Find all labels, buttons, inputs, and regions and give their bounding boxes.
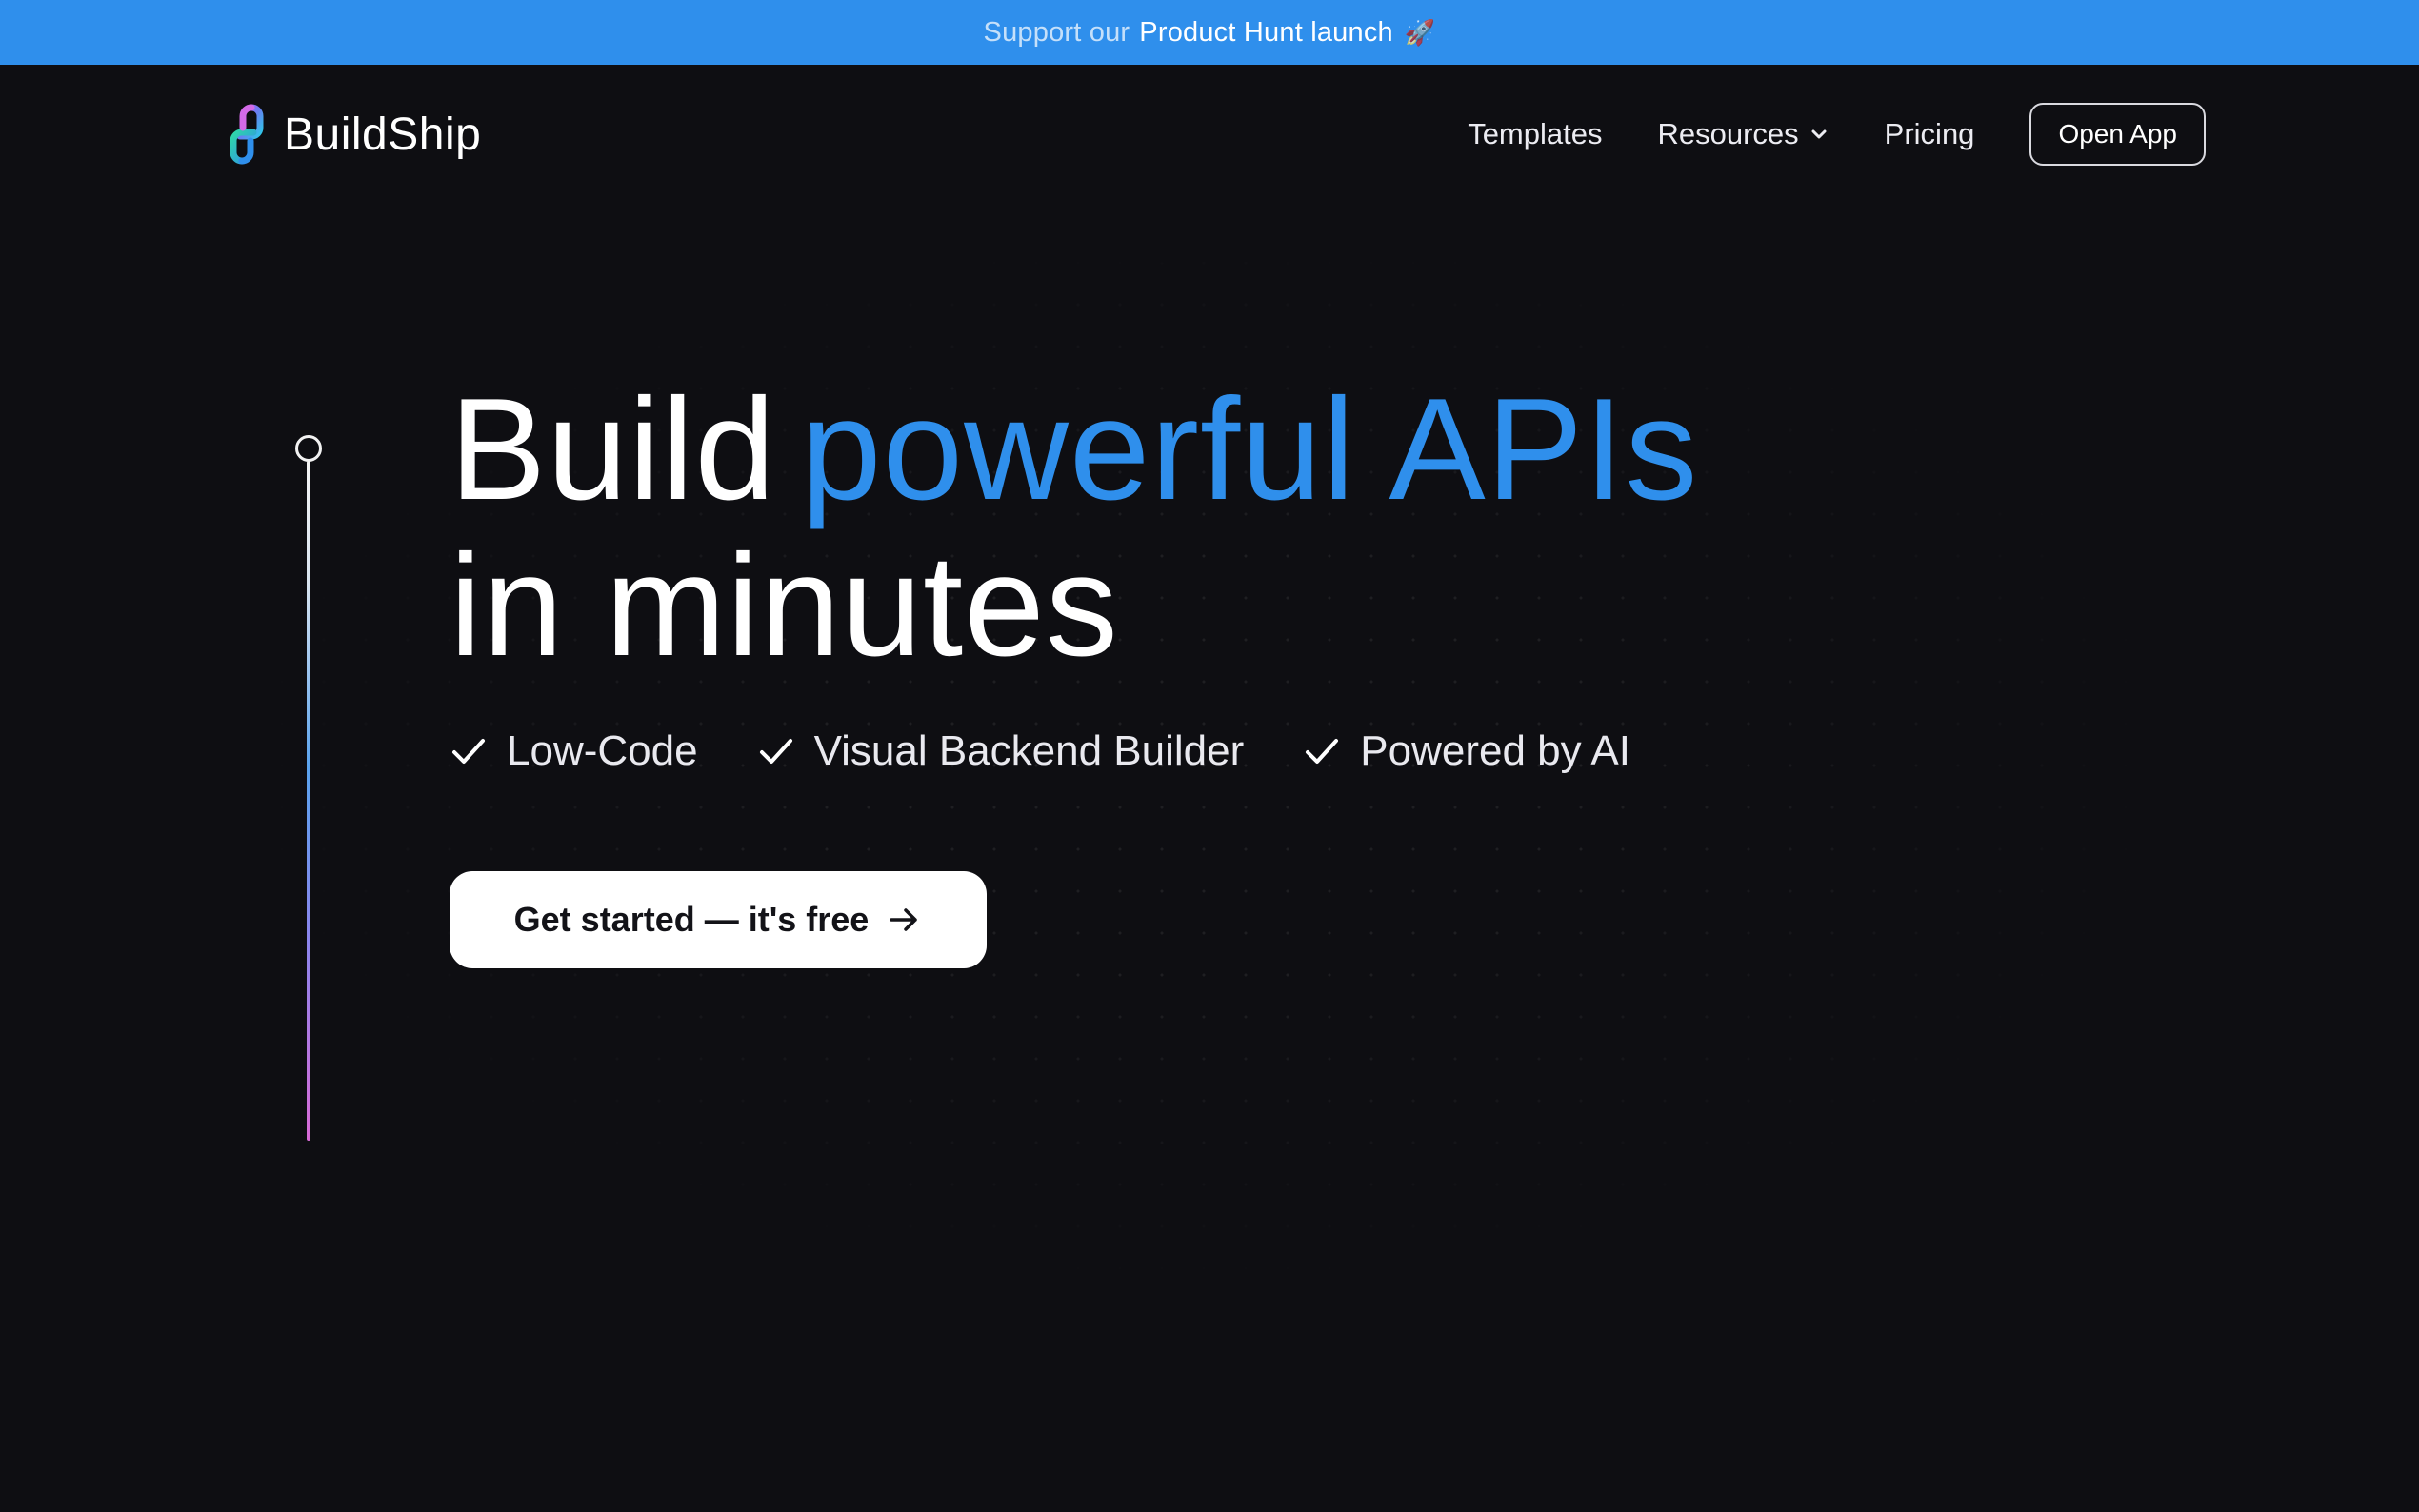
hero-title-line-2: in minutes <box>450 525 1119 686</box>
feature-label: Low-Code <box>507 727 698 774</box>
logo[interactable]: BuildShip <box>223 101 481 168</box>
page: Support our Product Hunt launch 🚀 BuildS… <box>0 0 2419 1512</box>
feature-label: Powered by AI <box>1360 727 1630 774</box>
check-icon <box>1306 739 1339 764</box>
hero-title-build: Build <box>450 368 776 530</box>
feature-label: Visual Backend Builder <box>813 727 1245 774</box>
check-icon <box>759 739 792 764</box>
nav-resources[interactable]: Resources <box>1657 117 1829 151</box>
chevron-down-icon <box>1811 129 1827 139</box>
feature-low-code: Low-Code <box>450 727 698 775</box>
timeline-node-icon <box>295 435 322 462</box>
feature-list: Low-Code Visual Backend Builder Powered … <box>450 727 1630 775</box>
logo-text: BuildShip <box>284 109 482 160</box>
buildship-logo-icon <box>230 104 264 165</box>
get-started-button[interactable]: Get started — it's free <box>450 871 987 968</box>
nav-resources-label: Resources <box>1657 117 1799 150</box>
rocket-icon: 🚀 <box>1404 17 1436 47</box>
announcement-prefix: Support our <box>983 16 1130 48</box>
announcement-bar[interactable]: Support our Product Hunt launch 🚀 <box>0 0 2419 65</box>
product-hunt-link[interactable]: Product Hunt launch <box>1139 17 1393 49</box>
feature-powered-by-ai: Powered by AI <box>1303 727 1630 775</box>
site-header: BuildShip Templates Resources Pricing Op… <box>0 65 2419 206</box>
arrow-right-icon <box>890 908 918 931</box>
hero-title-highlight: powerful APIs <box>801 368 1699 530</box>
nav-pricing[interactable]: Pricing <box>1885 117 1975 151</box>
nav-pricing-label: Pricing <box>1884 117 1975 150</box>
feature-visual-backend-builder: Visual Backend Builder <box>757 727 1245 775</box>
hero-title: Build powerful APIs in minutes <box>450 371 1698 684</box>
check-icon <box>452 739 485 764</box>
nav-templates-label: Templates <box>1468 117 1603 150</box>
timeline-line <box>307 461 310 1141</box>
get-started-label: Get started — it's free <box>513 900 870 939</box>
dot-grid-background <box>0 65 2419 1512</box>
open-app-button[interactable]: Open App <box>2029 103 2206 166</box>
nav-templates[interactable]: Templates <box>1468 117 1602 151</box>
main-nav: Templates Resources Pricing Open App <box>1468 103 2206 166</box>
hero-title-line-1: Build powerful APIs <box>450 371 1698 527</box>
